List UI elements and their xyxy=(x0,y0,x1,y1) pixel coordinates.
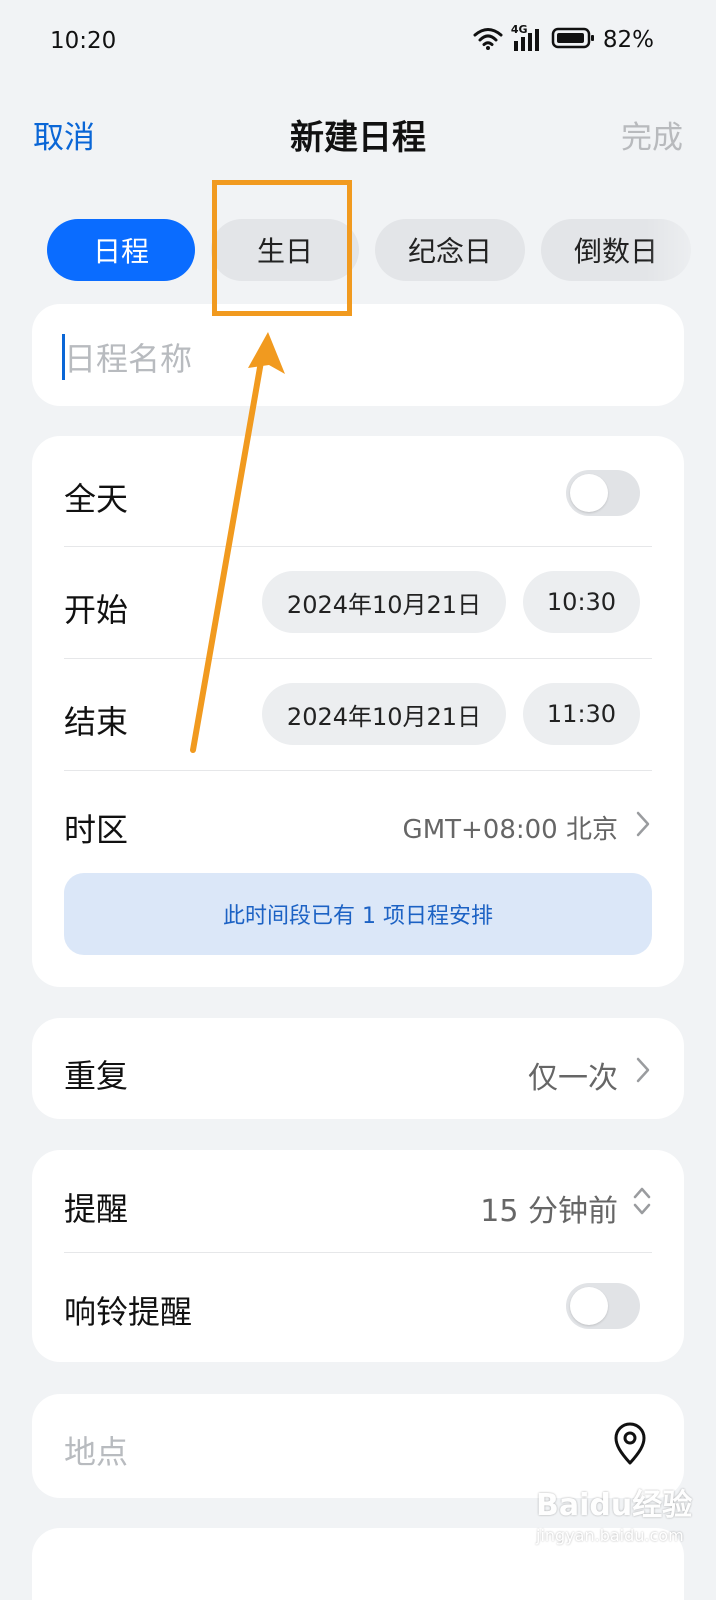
end-label: 结束 xyxy=(64,703,129,741)
watermark-logo: Baidu经验 jingyan.baidu.com xyxy=(536,1480,692,1545)
time-card: 全天 开始 2024年10月21日 10:30 结束 2024年10月21日 1… xyxy=(32,436,684,987)
status-icons: 4G 82% xyxy=(473,23,654,54)
end-time-picker[interactable]: 11:30 xyxy=(523,683,640,745)
reminder-label: 提醒 xyxy=(64,1190,129,1228)
conflict-notice[interactable]: 此时间段已有 1 项日程安排 xyxy=(64,873,652,955)
timezone-value: GMT+08:00 北京 xyxy=(402,815,618,845)
start-label: 开始 xyxy=(64,591,129,629)
title-bar: 取消 新建日程 完成 xyxy=(0,100,716,166)
reminder-value: 15 分钟前 xyxy=(480,1194,618,1229)
reminder-card: 提醒 15 分钟前 响铃提醒 xyxy=(32,1150,684,1362)
watermark-sub: jingyan.baidu.com xyxy=(536,1526,684,1545)
toggle-knob xyxy=(570,1287,608,1325)
event-name-input[interactable] xyxy=(64,334,624,384)
page-title: 新建日程 xyxy=(290,118,426,158)
toggle-knob xyxy=(570,474,608,512)
location-pin-icon[interactable] xyxy=(612,1422,648,1470)
repeat-value: 仅一次 xyxy=(528,1061,618,1096)
cellular-signal-icon: 4G xyxy=(511,23,543,53)
tab-anniversary[interactable]: 纪念日 xyxy=(375,219,525,281)
all-day-row: 全天 xyxy=(64,436,652,546)
done-button[interactable]: 完成 xyxy=(621,112,683,157)
status-bar: 10:20 4G 82% xyxy=(0,0,716,80)
all-day-label: 全天 xyxy=(64,480,129,518)
reminder-row[interactable]: 提醒 15 分钟前 xyxy=(64,1150,652,1252)
tabs-fade-overlay xyxy=(646,214,716,284)
all-day-toggle[interactable] xyxy=(566,470,640,516)
chevron-right-icon xyxy=(634,1055,652,1089)
battery-icon xyxy=(551,26,595,54)
tab-birthday[interactable]: 生日 xyxy=(211,219,359,281)
start-date-picker[interactable]: 2024年10月21日 xyxy=(262,571,506,633)
tab-schedule[interactable]: 日程 xyxy=(47,219,195,281)
repeat-card[interactable]: 重复 仅一次 xyxy=(32,1018,684,1119)
ring-reminder-toggle[interactable] xyxy=(566,1283,640,1329)
start-row: 开始 2024年10月21日 10:30 xyxy=(64,547,652,658)
ring-reminder-label: 响铃提醒 xyxy=(64,1293,193,1331)
wifi-icon xyxy=(473,26,503,54)
battery-percent: 82% xyxy=(602,27,654,53)
timezone-row[interactable]: 时区 GMT+08:00 北京 xyxy=(64,771,652,871)
ring-reminder-row: 响铃提醒 xyxy=(64,1253,652,1362)
watermark-text: Baidu经验 xyxy=(536,1488,693,1523)
end-date-picker[interactable]: 2024年10月21日 xyxy=(262,683,506,745)
event-type-tabs: 日程 生日 纪念日 倒数日 xyxy=(0,214,716,284)
chevron-right-icon xyxy=(634,809,652,843)
status-time: 10:20 xyxy=(50,28,117,54)
timezone-label: 时区 xyxy=(64,811,129,849)
location-placeholder: 地点 xyxy=(64,1433,129,1471)
chevron-up-down-icon xyxy=(632,1184,652,1222)
end-row: 结束 2024年10月21日 11:30 xyxy=(64,659,652,770)
repeat-label: 重复 xyxy=(64,1057,129,1095)
event-name-card xyxy=(32,304,684,406)
start-time-picker[interactable]: 10:30 xyxy=(523,571,640,633)
